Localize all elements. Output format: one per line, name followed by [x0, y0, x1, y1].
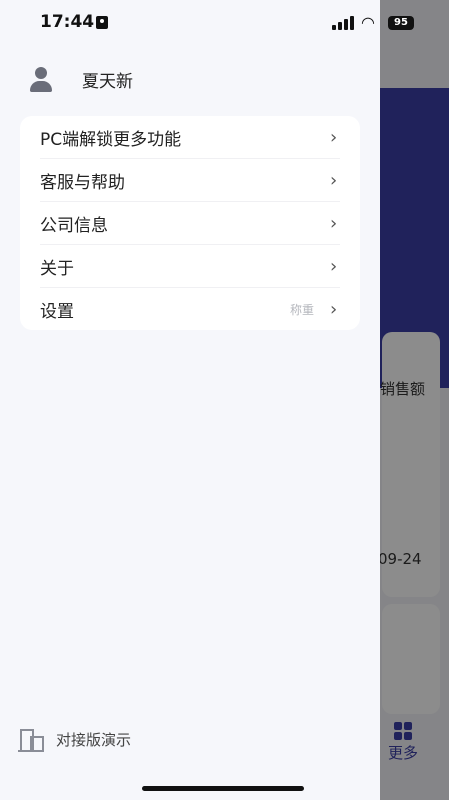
user-profile[interactable]: 夏天新 — [28, 62, 133, 96]
status-bar: 17:44 ◠ 95 — [0, 0, 449, 46]
menu-item-about[interactable]: 关于 › — [40, 245, 340, 288]
signal-icon — [332, 16, 354, 30]
menu-item-company-info[interactable]: 公司信息 › — [40, 202, 340, 245]
menu-item-support[interactable]: 客服与帮助 › — [40, 159, 340, 202]
user-name: 夏天新 — [82, 71, 133, 92]
menu-item-label: 公司信息 — [40, 215, 108, 236]
company-switch[interactable]: 对接版演示 — [18, 726, 131, 752]
home-indicator[interactable] — [142, 786, 304, 791]
menu-card: PC端解锁更多功能 › 客服与帮助 › 公司信息 › 关于 › 设置 称重 › — [20, 116, 360, 330]
chevron-right-icon: › — [330, 169, 338, 191]
chevron-right-icon: › — [330, 212, 338, 234]
menu-item-label: 关于 — [40, 258, 74, 279]
wifi-icon: ◠ — [361, 13, 375, 32]
status-time: 17:44 — [40, 12, 95, 32]
menu-item-label: PC端解锁更多功能 — [40, 129, 182, 150]
battery-icon: 95 — [388, 16, 414, 30]
contact-card-icon — [96, 16, 108, 29]
user-icon — [28, 66, 54, 92]
menu-item-label: 设置 — [40, 301, 74, 322]
building-icon — [18, 726, 44, 752]
menu-item-label: 客服与帮助 — [40, 172, 125, 193]
chevron-right-icon: › — [330, 298, 338, 320]
company-name: 对接版演示 — [56, 730, 132, 749]
chevron-right-icon: › — [330, 126, 338, 148]
chevron-right-icon: › — [330, 255, 338, 277]
settings-hint: 称重 — [289, 302, 314, 317]
side-drawer: 夏天新 PC端解锁更多功能 › 客服与帮助 › 公司信息 › 关于 › 设置 称… — [0, 0, 380, 800]
menu-item-settings[interactable]: 设置 称重 › — [40, 288, 340, 330]
menu-item-pc-unlock[interactable]: PC端解锁更多功能 › — [40, 116, 340, 159]
